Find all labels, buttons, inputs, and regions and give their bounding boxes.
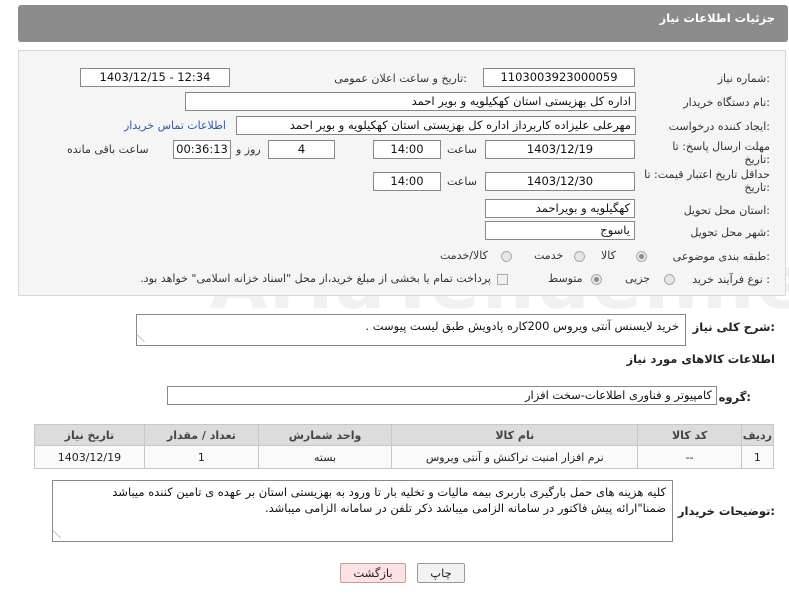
treasury-payment-note: پرداخت تمام یا بخشی از مبلغ خرید،از محل … — [140, 272, 491, 285]
category-radio-goods-service[interactable] — [501, 251, 512, 262]
page-title: جزئیات اطلاعات نیاز — [659, 11, 775, 25]
cell-goods-name: نرم افزار امنیت تراکنش و آنتی ویروس — [391, 445, 639, 469]
col-header-goods-name: نام کالا — [391, 424, 639, 446]
delivery-province-label: استان محل تحویل: — [683, 204, 770, 217]
remaining-time-field: 00:36:13 — [173, 140, 231, 159]
buyer-notes-textarea: کلیه هزینه های حمل بارگیری باربری بیمه م… — [52, 480, 673, 542]
deadline-label: مهلت ارسال پاسخ: تا — [672, 140, 770, 153]
deadline-time-field: 14:00 — [373, 140, 441, 159]
cell-goods-code: -- — [637, 445, 742, 469]
delivery-city-field: یاسوج — [485, 221, 635, 240]
process-option-medium: متوسط — [548, 272, 583, 285]
resize-handle-icon[interactable] — [136, 334, 153, 342]
need-number-label: شماره نیاز: — [717, 72, 770, 85]
category-label: طبقه بندی موضوعی: — [672, 250, 770, 263]
deadline-time-label: ساعت — [447, 143, 477, 156]
category-option-goods: کالا — [601, 249, 616, 262]
delivery-province-field: کهگیلویه و بویراحمد — [485, 199, 635, 218]
price-validity-label-date: تاریخ: — [744, 181, 770, 194]
goods-section-title: اطلاعات کالاهای مورد نیاز — [626, 352, 775, 366]
col-header-goods-code: کد کالا — [637, 424, 742, 446]
validity-time-label: ساعت — [447, 175, 477, 188]
category-radio-service[interactable] — [574, 251, 585, 262]
announce-datetime-label: تاریخ و ساعت اعلان عمومی: — [334, 72, 467, 85]
description-text: خرید لایسنس آنتی ویروس 200کاره پادویش طب… — [365, 319, 679, 333]
description-textarea: خرید لایسنس آنتی ویروس 200کاره پادویش طب… — [136, 314, 686, 346]
price-validity-label: حداقل تاریخ اعتبار قیمت: تا — [644, 168, 770, 181]
deadline-label-date: تاریخ: — [744, 153, 770, 166]
col-header-quantity: تعداد / مقدار — [143, 424, 259, 446]
cell-row-number: 1 — [740, 445, 775, 469]
goods-table: ردیف کد کالا نام کالا واحد شمارش تعداد /… — [34, 424, 775, 469]
purchase-process-label: نوع فرآیند خرید : — [692, 273, 770, 286]
buyer-notes-label: توضیحات خریدار: — [677, 504, 775, 518]
category-radio-goods[interactable] — [636, 251, 647, 262]
col-header-row-number: ردیف — [740, 424, 775, 446]
description-label: شرح کلی نیاز: — [692, 320, 775, 334]
category-option-goods-service: کالا/خدمت — [440, 249, 488, 262]
cell-unit: بسته — [257, 445, 393, 469]
creator-label: ایجاد کننده درخواست: — [668, 120, 770, 133]
resize-handle-icon[interactable] — [52, 530, 69, 538]
buyer-org-label: نام دستگاه خریدار: — [683, 96, 770, 109]
days-remaining-field: 4 — [268, 140, 335, 159]
back-button[interactable]: بازگشت — [340, 563, 406, 583]
goods-group-field: کامپیوتر و فناوری اطلاعات-سخت افزار — [167, 386, 717, 405]
validity-time-field: 14:00 — [373, 172, 441, 191]
col-header-unit: واحد شمارش — [257, 424, 393, 446]
announce-datetime-field: 1403/12/15 - 12:34 — [80, 68, 230, 87]
cell-quantity: 1 — [143, 445, 259, 469]
process-option-minor: جزیی — [625, 272, 651, 285]
treasury-payment-checkbox[interactable] — [497, 274, 508, 285]
validity-date-field: 1403/12/30 — [485, 172, 635, 191]
delivery-city-label: شهر محل تحویل: — [690, 226, 770, 239]
goods-table-header-row: ردیف کد کالا نام کالا واحد شمارش تعداد /… — [34, 424, 775, 446]
cell-need-date: 1403/12/19 — [34, 445, 145, 469]
days-label: روز و — [236, 143, 261, 156]
buyer-notes-line-1: کلیه هزینه های حمل بارگیری باربری بیمه م… — [112, 485, 666, 499]
col-header-need-date: تاریخ نیاز — [34, 424, 145, 446]
buyer-org-field: اداره کل بهزیستی استان کهکیلویه و بویر ا… — [185, 92, 636, 111]
remaining-time-label: ساعت باقی مانده — [67, 143, 149, 156]
creator-field: مهرعلی علیزاده کاربرداز اداره کل بهزیستی… — [236, 116, 636, 135]
buyer-notes-line-2: ضمنا"ارائه پیش فاکتور در سامانه الزامی م… — [264, 501, 666, 515]
deadline-date-field: 1403/12/19 — [485, 140, 635, 159]
buyer-contact-link[interactable]: اطلاعات تماس خریدار — [124, 119, 226, 132]
table-row[interactable]: 1 -- نرم افزار امنیت تراکنش و آنتی ویروس… — [34, 445, 775, 469]
category-option-service: خدمت — [534, 249, 564, 262]
process-radio-medium[interactable] — [591, 274, 602, 285]
need-number-field: 1103003923000059 — [483, 68, 635, 87]
print-button[interactable]: چاپ — [417, 563, 465, 583]
process-radio-minor[interactable] — [664, 274, 675, 285]
